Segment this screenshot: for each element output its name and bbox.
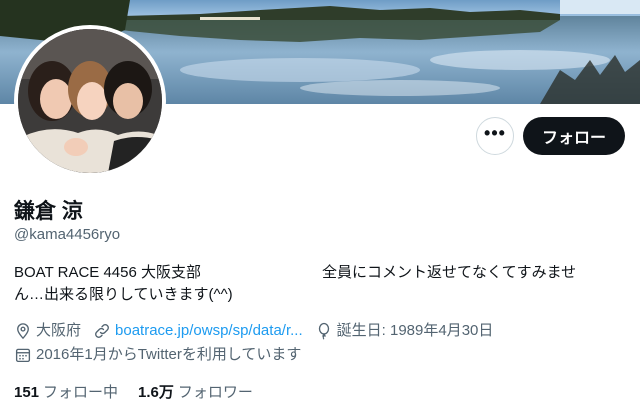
joined-item: 2016年1月からTwitterを利用しています [14, 343, 301, 367]
follow-counts: 151 フォロー中 1.6万 フォロワー [14, 381, 273, 402]
profile-meta: 大阪府 boatrace.jp/owsp/sp/data/r... 誕生日: 1… [14, 319, 634, 367]
website-link[interactable]: boatrace.jp/owsp/sp/data/r... [115, 319, 303, 343]
display-name: 鎌倉 涼 [14, 200, 83, 223]
website-item[interactable]: boatrace.jp/owsp/sp/data/r... [93, 319, 303, 343]
balloon-icon [315, 322, 333, 340]
following-count: 151 [14, 384, 40, 401]
joined-text: 2016年1月からTwitterを利用しています [36, 346, 302, 363]
more-dots-icon: ••• [484, 123, 506, 143]
followers-label: フォロワー [177, 384, 253, 401]
follow-button[interactable]: フォロー [523, 117, 625, 155]
user-handle: @kama4456ryo [14, 226, 121, 243]
following-link[interactable]: 151 フォロー中 [14, 381, 118, 402]
bio-line-1-right: 全員にコメント返せてなくてすみませ [322, 264, 577, 281]
location-pin-icon [14, 322, 32, 340]
link-icon [93, 322, 111, 340]
following-label: フォロー中 [43, 384, 119, 401]
location-item: 大阪府 [14, 319, 81, 343]
calendar-icon [14, 346, 32, 364]
profile-bio: BOAT RACE 4456 大阪支部 全員にコメント返せてなくてすみませ ん…出… [14, 262, 626, 306]
birthday-text: 誕生日: 1989年4月30日 [336, 322, 494, 339]
bio-line-2: ん…出来る限りしていきます(^^) [14, 286, 233, 303]
profile-avatar[interactable] [14, 25, 166, 177]
followers-link[interactable]: 1.6万 フォロワー [138, 381, 253, 402]
birthday-item: 誕生日: 1989年4月30日 [315, 319, 494, 343]
more-options-button[interactable]: ••• [476, 117, 514, 155]
bio-line-1-left: BOAT RACE 4456 大阪支部 [14, 264, 202, 281]
followers-count: 1.6万 [138, 384, 174, 401]
location-text: 大阪府 [36, 322, 82, 339]
